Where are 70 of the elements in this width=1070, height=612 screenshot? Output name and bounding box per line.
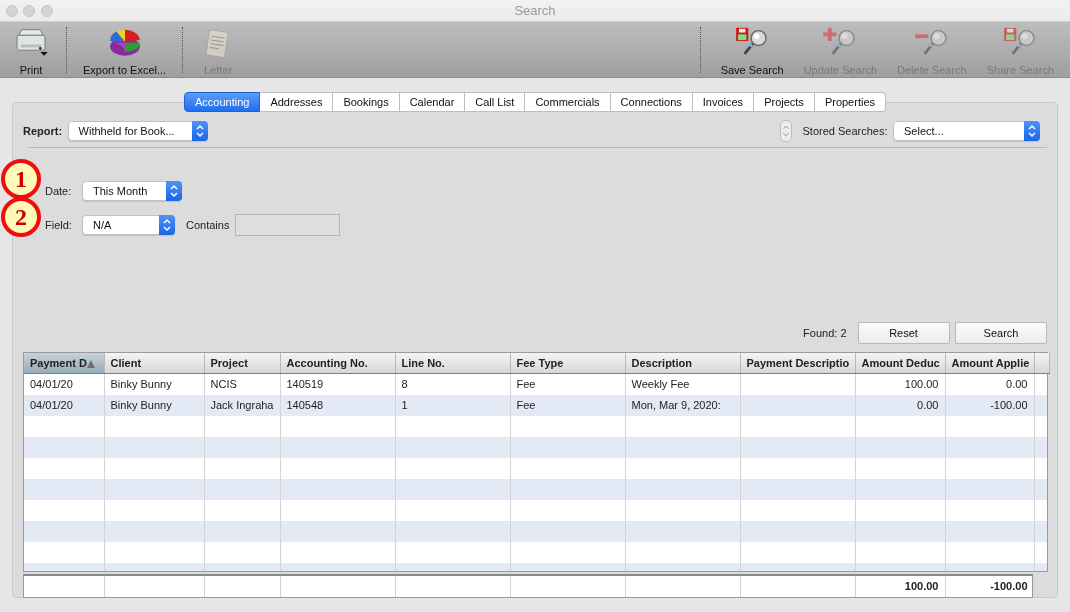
report-dropdown[interactable]: Withheld for Book...	[67, 121, 208, 141]
table-row[interactable]: 04/01/20 Binky Bunny NCIS 140519 8 Fee Weekly Fee 100.00 0.00	[24, 373, 1047, 395]
table-cell: Weekly Fee	[625, 373, 740, 395]
total-cell: -100.00	[945, 575, 1034, 597]
table-cell: 0.00	[945, 373, 1034, 395]
tab[interactable]: Properties	[814, 92, 886, 112]
chevron-updown-icon	[191, 121, 208, 141]
column-header[interactable]: Accounting No.	[280, 353, 395, 373]
chevron-updown-icon	[1024, 121, 1040, 141]
report-label: Report:	[23, 123, 63, 139]
column-header[interactable]: Payment D	[24, 353, 104, 373]
toolbar-button[interactable]: Save Search	[714, 22, 790, 78]
chevron-updown-icon	[166, 181, 182, 201]
table-cell: Mon, Mar 9, 2020:	[625, 394, 740, 416]
window-control-button[interactable]	[5, 4, 18, 17]
column-header[interactable]: Payment Descriptio	[740, 353, 855, 373]
column-header[interactable]: Amount Deduc	[855, 353, 945, 373]
tab[interactable]: Call List	[465, 92, 526, 112]
column-header[interactable]: Amount Applie	[945, 353, 1034, 373]
toolbar-button[interactable]: Print	[6, 22, 56, 78]
table-cell: 04/01/20	[24, 373, 104, 395]
tab[interactable]: Calendar	[399, 92, 466, 112]
table-cell: Binky Bunny	[104, 394, 204, 416]
table-row[interactable]: 04/01/20 Binky Bunny Jack Ingraha 140548 1 Fee Mon, Mar 9, 2020: 0.00 -100.00	[24, 394, 1047, 416]
tab[interactable]: Addresses	[260, 92, 334, 112]
table-cell: Fee	[510, 394, 625, 416]
field-label: Field:	[45, 217, 73, 233]
window-control-button[interactable]	[23, 4, 35, 17]
table-cell: NCIS	[204, 373, 280, 395]
column-header[interactable]: Description	[625, 353, 740, 373]
stepper-control[interactable]	[779, 120, 792, 142]
criteria-dropdown[interactable]: N/A	[82, 215, 175, 235]
callout-marker: 2	[1, 197, 41, 237]
tab[interactable]: Invoices	[692, 92, 755, 112]
window-title: Search	[514, 4, 556, 18]
table-cell: Jack Ingraha	[204, 394, 280, 416]
field-label: Date:	[45, 183, 73, 199]
table-cell: 140548	[280, 394, 395, 416]
tab[interactable]: Accounting	[183, 92, 261, 112]
column-header[interactable]: Fee Type	[510, 353, 625, 373]
contains-label: Contains	[186, 217, 230, 233]
table-cell: Binky Bunny	[104, 373, 204, 395]
table-cell: 1	[395, 394, 510, 416]
found-count: Found: 2	[803, 325, 847, 341]
table-cell: 8	[395, 373, 510, 395]
table-cell: Fee	[510, 373, 625, 395]
table-cell: 140519	[280, 373, 395, 395]
push-button[interactable]: Reset	[857, 322, 950, 344]
window-control-button[interactable]	[40, 4, 53, 17]
tab[interactable]: Commercials	[525, 92, 611, 112]
stored-searches-label: Stored Searches:	[802, 123, 888, 139]
callout-marker: 1	[1, 159, 41, 199]
column-header[interactable]: Project	[204, 353, 280, 373]
table-cell: -100.00	[945, 394, 1034, 416]
toolbar-button[interactable]: Export to Excel...	[77, 22, 173, 78]
stored-searches-dropdown[interactable]: Select...	[893, 121, 1040, 141]
push-button[interactable]: Search	[955, 322, 1047, 344]
column-header[interactable]: Client	[104, 353, 204, 373]
chevron-updown-icon	[159, 215, 175, 235]
table-cell: 100.00	[855, 373, 945, 395]
tab[interactable]: Connections	[610, 92, 693, 112]
table-cell: 0.00	[855, 394, 945, 416]
tab[interactable]: Projects	[754, 92, 815, 112]
tab[interactable]: Bookings	[333, 92, 400, 112]
total-cell: 100.00	[855, 575, 945, 597]
table-cell: 04/01/20	[24, 394, 104, 416]
chevron-updown-icon	[781, 123, 790, 139]
column-header[interactable]: Line No.	[395, 353, 510, 373]
criteria-dropdown[interactable]: This Month	[82, 181, 182, 201]
sort-ascending-icon	[86, 359, 95, 368]
